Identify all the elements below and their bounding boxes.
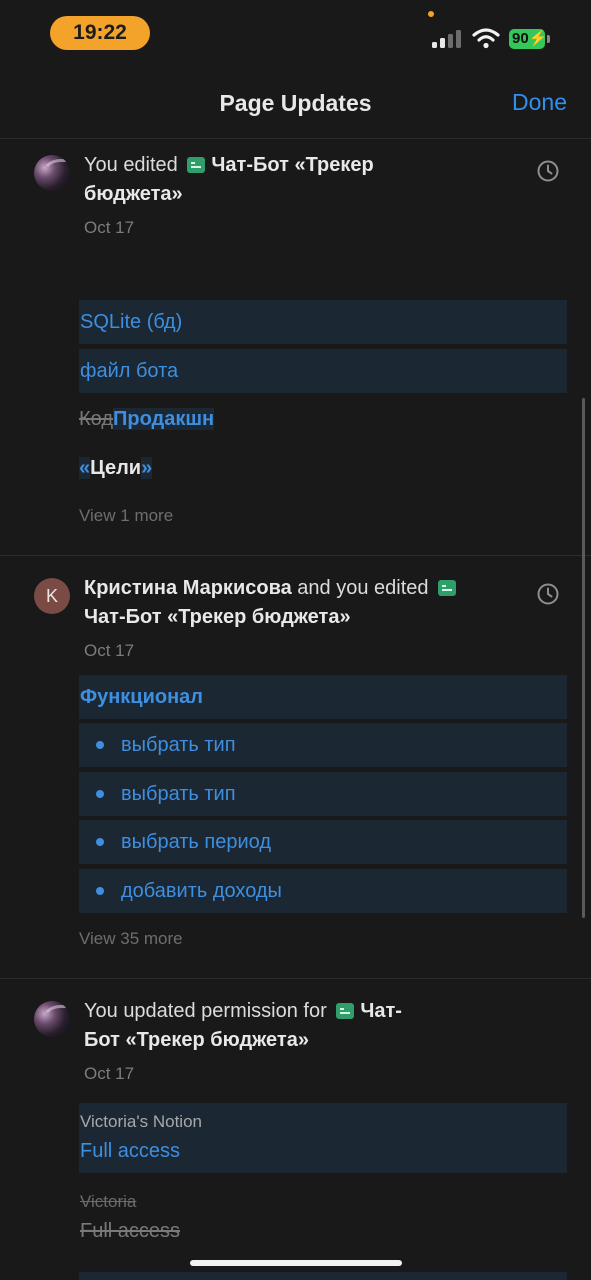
added-text: Продакшн	[113, 408, 215, 430]
permission-workspace: Victoria	[80, 1192, 137, 1211]
privacy-indicator-dot	[428, 11, 434, 17]
bullet-icon	[96, 838, 104, 846]
list-item	[79, 1272, 567, 1280]
item-text: Цели	[90, 457, 142, 479]
heading-item[interactable]: Функционал	[79, 675, 567, 719]
wifi-icon	[472, 28, 500, 49]
new-permission[interactable]: Victoria's Notion Full access	[79, 1103, 567, 1173]
bullet-icon	[96, 741, 104, 749]
list-item[interactable]: добавить доходы	[79, 869, 567, 913]
update-date: Oct 17	[84, 218, 135, 237]
item-text: выбрать тип	[121, 783, 236, 805]
view-more-link[interactable]: View 1 more	[79, 506, 173, 526]
done-button[interactable]: Done	[512, 89, 567, 116]
list-item[interactable]: КодПродакшн	[79, 404, 215, 434]
page-link[interactable]: Бот «Трекер бюджета»	[84, 1029, 309, 1051]
actor-name: You	[84, 1000, 118, 1022]
avatar	[34, 1001, 70, 1037]
battery-cap	[547, 35, 550, 43]
avatar: K	[34, 578, 70, 614]
view-more-link[interactable]: View 35 more	[79, 929, 183, 949]
page-icon	[187, 157, 206, 173]
list-item[interactable]: выбрать тип	[79, 772, 567, 816]
section-divider	[0, 555, 591, 556]
page-link[interactable]: Чат-Бот «Трекер бюджета»	[84, 606, 351, 628]
permission-level: Full access	[80, 1140, 181, 1162]
home-indicator[interactable]	[190, 1260, 402, 1266]
list-item[interactable]: выбрать тип	[79, 723, 567, 767]
list-item[interactable]: SQLite (бд)	[79, 300, 567, 344]
page-link[interactable]: Чат-	[360, 1000, 402, 1022]
update-headline: You edited Чат-Бот «Трекер бюджета»	[84, 151, 464, 209]
item-text: выбрать период	[121, 831, 271, 853]
actor-name: You	[84, 154, 118, 176]
page-title: Page Updates	[219, 90, 372, 116]
item-text: выбрать тип	[121, 734, 236, 756]
battery-level: 90	[512, 30, 529, 47]
added-text: «	[79, 457, 91, 479]
bullet-icon	[96, 887, 104, 895]
clock-icon[interactable]	[536, 582, 560, 606]
list-item[interactable]: выбрать период	[79, 820, 567, 864]
bullet-icon	[96, 790, 104, 798]
update-date: Oct 17	[84, 641, 135, 660]
added-text: »	[141, 457, 153, 479]
action-text: updated permission for	[123, 1000, 327, 1022]
update-date: Oct 17	[84, 1064, 135, 1083]
battery-indicator: 90⚡	[509, 29, 548, 49]
update-headline: You updated permission for Чат- Бот «Трек…	[84, 997, 464, 1055]
permission-workspace: Victoria's Notion	[80, 1112, 202, 1131]
cellular-signal-icon	[432, 30, 464, 48]
update-headline: Кристина Маркисова and you edited Чат-Бо…	[84, 574, 464, 632]
status-time: 19:22	[50, 16, 150, 50]
charging-bolt-icon: ⚡	[528, 30, 548, 47]
header-divider	[0, 138, 591, 139]
action-text: and you edited	[297, 577, 429, 599]
page-icon	[438, 580, 457, 596]
permission-level: Full access	[80, 1220, 181, 1242]
action-text: edited	[123, 154, 178, 176]
item-text: добавить доходы	[121, 880, 282, 902]
removed-text: Код	[79, 408, 114, 430]
page-icon	[336, 1003, 355, 1019]
list-item[interactable]: «Цели»	[79, 453, 153, 483]
clock-icon[interactable]	[536, 159, 560, 183]
avatar	[34, 155, 70, 191]
list-item[interactable]: файл бота	[79, 349, 567, 393]
old-permission: Victoria Full access	[79, 1192, 379, 1252]
section-divider	[0, 978, 591, 979]
actor-name: Кристина Маркисова	[84, 577, 292, 599]
scrollbar[interactable]	[582, 398, 585, 918]
